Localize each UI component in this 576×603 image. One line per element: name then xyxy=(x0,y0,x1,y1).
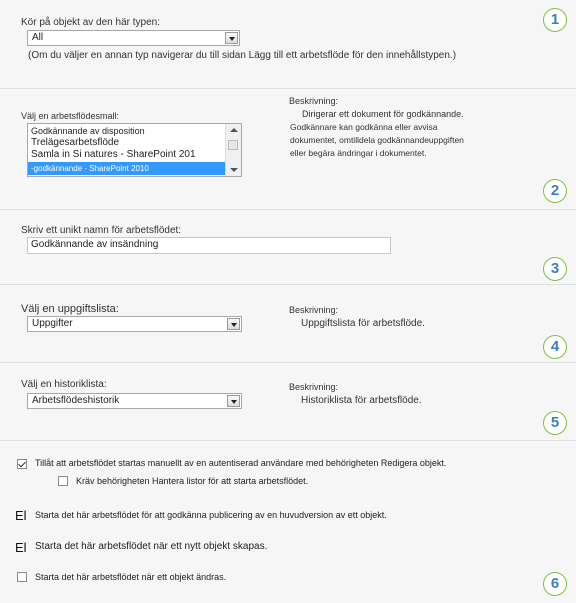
publish-start-label: Starta det här arbetsflödet för att godk… xyxy=(35,510,387,520)
step-badge-4: 4 xyxy=(543,335,567,359)
scroll-thumb[interactable] xyxy=(228,140,238,150)
content-type-note: (Om du väljer en annan typ navigerar du … xyxy=(28,50,457,61)
change-start-checkbox[interactable] xyxy=(17,572,27,582)
template-listbox[interactable]: Godkännande av disposition Trelägesarbet… xyxy=(27,123,242,177)
template-label: Välj en arbetsflödesmall: xyxy=(21,111,120,121)
history-list-select[interactable]: Arbetsflödeshistorik xyxy=(27,393,242,409)
start-options-section: Tillåt att arbetsflödet startas manuellt… xyxy=(0,441,576,603)
require-manage-lists-label: Kräv behörigheten Hantera listor för att… xyxy=(76,476,309,486)
content-type-section: Kör på objekt av den här typen: All (Om … xyxy=(0,0,576,89)
manual-start-checkbox[interactable] xyxy=(17,459,27,469)
create-start-label: Starta det här arbetsflödet när ett nytt… xyxy=(35,541,268,552)
chevron-down-icon xyxy=(227,395,240,407)
template-description-line: Godkännare kan godkänna eller avvisa xyxy=(290,122,438,132)
step-badge-2: 2 xyxy=(543,179,567,203)
template-description-line: Dirigerar ett dokument för godkännande. xyxy=(302,109,464,119)
chevron-down-icon xyxy=(225,32,238,44)
step-badge-5: 5 xyxy=(543,411,567,435)
chevron-down-icon xyxy=(227,318,240,330)
create-start-prefix[interactable]: El xyxy=(15,540,27,555)
history-list-description-label: Beskrivning: xyxy=(289,382,339,392)
scroll-down-icon[interactable] xyxy=(230,168,238,172)
task-list-select[interactable]: Uppgifter xyxy=(27,316,242,332)
template-description-line: eller begära ändringar i dokumentet. xyxy=(290,148,427,158)
template-item[interactable]: Godkännande av disposition xyxy=(31,126,145,136)
template-section: Välj en arbetsflödesmall: Godkännande av… xyxy=(0,89,576,210)
task-list-label: Välj en uppgiftslista: xyxy=(21,303,119,315)
change-start-label: Starta det här arbetsflödet när ett obje… xyxy=(35,572,227,582)
task-list-description: Uppgiftslista för arbetsflöde. xyxy=(301,318,425,329)
step-badge-6: 6 xyxy=(543,572,567,596)
content-type-value: All xyxy=(32,32,44,43)
content-type-label: Kör på objekt av den här typen: xyxy=(21,17,160,28)
task-list-section: Välj en uppgiftslista: Uppgifter Beskriv… xyxy=(0,285,576,363)
manual-start-label: Tillåt att arbetsflödet startas manuellt… xyxy=(35,458,447,468)
template-item[interactable]: Trelägesarbetsflöde xyxy=(31,137,119,148)
history-list-value: Arbetsflödeshistorik xyxy=(32,395,120,406)
task-list-value: Uppgifter xyxy=(32,318,73,329)
publish-start-prefix[interactable]: El xyxy=(15,508,27,523)
workflow-name-input[interactable]: Godkännande av insändning xyxy=(27,237,391,254)
template-description-label: Beskrivning: xyxy=(289,96,339,106)
workflow-name-value: Godkännande av insändning xyxy=(31,239,159,250)
history-list-section: Välj en historiklista: Arbetsflödeshisto… xyxy=(0,363,576,441)
require-manage-lists-checkbox[interactable] xyxy=(58,476,68,486)
workflow-name-section: Skriv ett unikt namn för arbetsflödet: G… xyxy=(0,210,576,285)
workflow-name-label: Skriv ett unikt namn för arbetsflödet: xyxy=(21,225,182,236)
task-list-description-label: Beskrivning: xyxy=(289,305,339,315)
scroll-up-icon[interactable] xyxy=(230,128,238,132)
step-badge-3: 3 xyxy=(543,257,567,281)
template-description-line: dokumentet, omtilldela godkännandeuppgif… xyxy=(290,135,464,145)
history-list-description: Historiklista för arbetsflöde. xyxy=(301,395,422,406)
template-item-selected[interactable]: -godkännande - SharePoint 2010 xyxy=(31,162,149,175)
template-scrollbar[interactable] xyxy=(225,124,241,176)
step-badge-1: 1 xyxy=(543,8,567,32)
template-item[interactable]: Samla in Si natures - SharePoint 201 xyxy=(31,149,196,160)
content-type-select[interactable]: All xyxy=(27,30,240,46)
history-list-label: Välj en historiklista: xyxy=(21,379,107,390)
